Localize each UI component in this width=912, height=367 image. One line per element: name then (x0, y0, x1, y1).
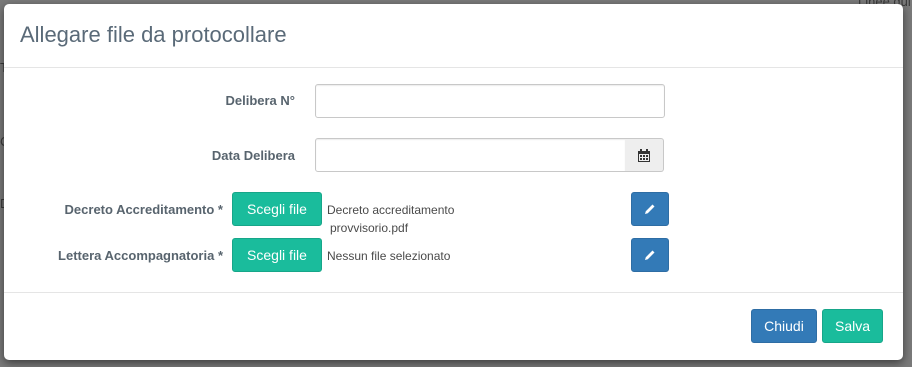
dialog-title: Allegare file da protocollare (20, 22, 287, 47)
attach-files-dialog: Allegare file da protocollare Delibera N… (4, 4, 903, 360)
lettera-accompagnatoria-label: Lettera Accompagnatoria * (58, 248, 223, 263)
delibera-number-input[interactable] (315, 84, 665, 118)
pencil-icon (645, 204, 655, 214)
calendar-icon (638, 149, 650, 162)
data-delibera-input[interactable] (315, 138, 626, 172)
decreto-choose-file-button[interactable]: Scegli file (232, 192, 322, 226)
lettera-edit-button[interactable] (631, 238, 669, 272)
save-button[interactable]: Salva (822, 309, 883, 343)
close-button[interactable]: Chiudi (751, 309, 817, 343)
decreto-file-name-line2: provvisorio.pdf (330, 221, 409, 235)
data-delibera-label: Data Delibera (211, 148, 295, 163)
dialog-header: Allegare file da protocollare (4, 4, 903, 68)
delibera-number-label: Delibera N° (225, 93, 295, 108)
decreto-edit-button[interactable] (631, 192, 669, 226)
lettera-file-name: Nessun file selezionato (327, 249, 451, 263)
pencil-icon (645, 250, 655, 260)
lettera-choose-file-button[interactable]: Scegli file (232, 238, 322, 272)
dialog-footer: Chiudi Salva (4, 292, 903, 360)
calendar-button[interactable] (625, 138, 664, 172)
decreto-file-name: Decreto accreditamento provvisorio.pdf (327, 201, 454, 237)
decreto-file-name-line1: Decreto accreditamento (327, 203, 455, 217)
decreto-accreditamento-label: Decreto Accreditamento * (64, 202, 223, 217)
